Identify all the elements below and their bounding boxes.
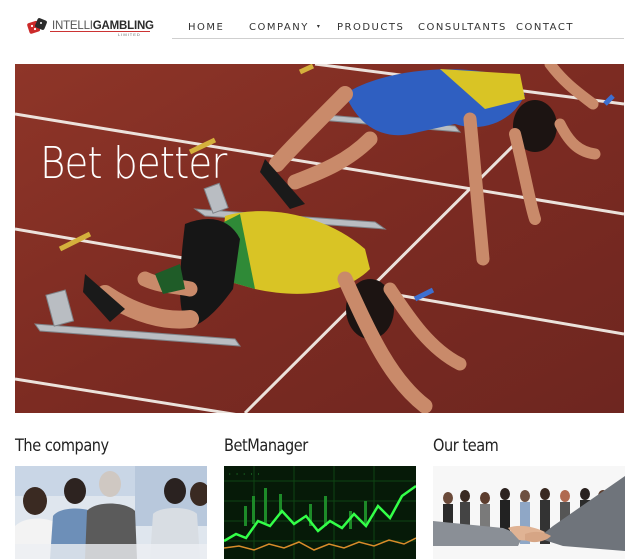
logo-subtitle: LIMITED xyxy=(118,32,141,37)
section-title[interactable]: The company xyxy=(15,436,184,455)
hero-banner: Bet better xyxy=(15,64,624,413)
main-nav: HOME COMPANY ▾ PRODUCTS CONSULTANTS CONTA… xyxy=(172,14,624,39)
section-team[interactable]: Our team xyxy=(433,436,625,559)
nav-home[interactable]: HOME xyxy=(188,22,224,33)
stock-chart-image: · · · · · xyxy=(224,466,416,559)
section-image-betmanager[interactable]: · · · · · xyxy=(224,466,416,559)
nav-consultants[interactable]: CONSULTANTS xyxy=(418,22,507,33)
section-company[interactable]: The company xyxy=(15,436,207,559)
section-betmanager[interactable]: BetManager · · · · · xyxy=(224,436,416,559)
section-image-team[interactable] xyxy=(433,466,625,559)
nav-company-label: COMPANY xyxy=(249,22,309,33)
section-title[interactable]: Our team xyxy=(433,436,602,455)
nav-products[interactable]: PRODUCTS xyxy=(337,22,404,33)
dice-icon xyxy=(27,18,47,34)
hero-headline: Bet better xyxy=(40,138,227,189)
chevron-down-icon: ▾ xyxy=(316,23,322,30)
section-image-company[interactable] xyxy=(15,466,207,559)
nav-company[interactable]: COMPANY ▾ xyxy=(249,22,321,33)
svg-text:· · · · ·: · · · · · xyxy=(228,471,260,478)
hero-image xyxy=(15,64,624,413)
section-title[interactable]: BetManager xyxy=(224,436,393,455)
business-meeting-image xyxy=(15,466,207,559)
nav-contact[interactable]: CONTACT xyxy=(516,22,574,33)
team-handshake-image xyxy=(433,466,625,559)
